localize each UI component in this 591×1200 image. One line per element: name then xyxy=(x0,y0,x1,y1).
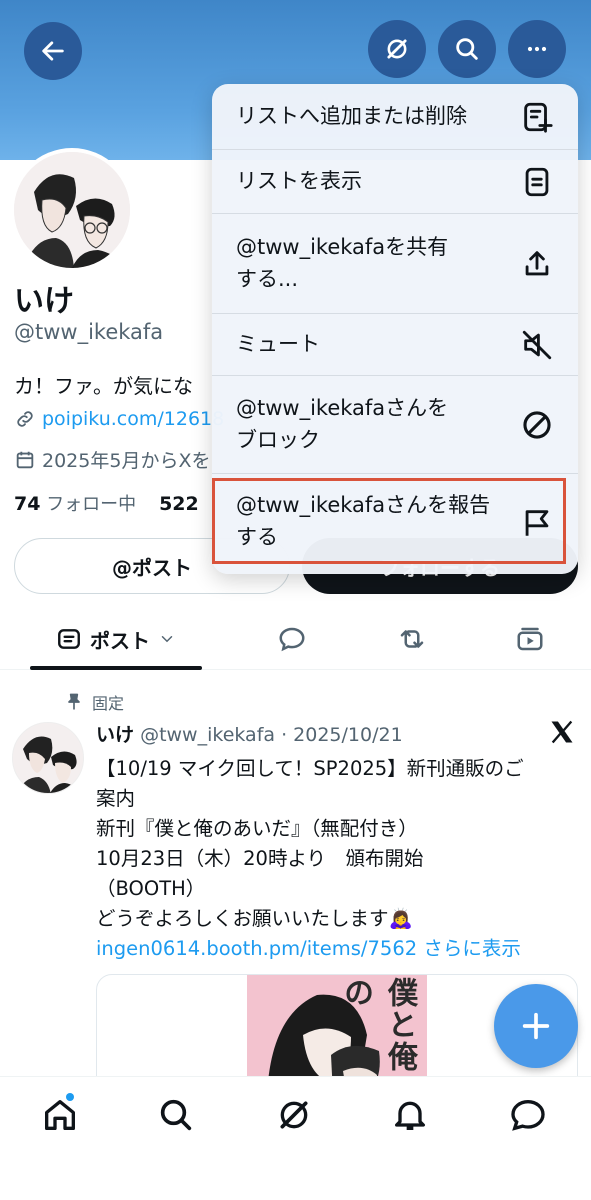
plus-icon xyxy=(522,1012,550,1040)
arrow-left-icon xyxy=(42,41,64,61)
menu-item-label: @tww_ikekafaを共有 xyxy=(236,235,449,259)
menu-item-share[interactable]: @tww_ikekafaを共有 する... xyxy=(212,214,578,314)
profile-name: いけ xyxy=(14,284,74,319)
reply-icon xyxy=(279,627,305,652)
tab-replies[interactable] xyxy=(260,608,324,670)
menu-item-mute[interactable]: ミュート xyxy=(212,314,578,376)
message-icon xyxy=(511,1099,545,1131)
mute-icon xyxy=(522,330,552,360)
profile-joined: 2025年5月からXを xyxy=(14,446,210,473)
profile-joined-text: 2025年5月からXを xyxy=(42,450,211,472)
profile-link-text[interactable]: poipiku.com/12618 xyxy=(42,408,224,430)
post-meta: @tww_ikekafa · 2025/10/21 xyxy=(140,724,403,746)
more-button[interactable] xyxy=(508,20,566,78)
following-label[interactable]: フォロー中 xyxy=(46,494,136,515)
nav-messages[interactable] xyxy=(508,1095,548,1135)
bell-icon xyxy=(395,1101,425,1130)
post-line: 新刊『僕と俺のあいだ』（無配付き） xyxy=(96,817,418,840)
search-icon xyxy=(456,38,478,60)
post-avatar[interactable] xyxy=(12,722,84,794)
menu-item-add-to-list[interactable]: リストへ追加または削除 xyxy=(212,84,578,150)
menu-item-label: リストを表示 xyxy=(236,169,362,193)
nav-home[interactable] xyxy=(40,1095,80,1135)
tab-posts-label: ポスト xyxy=(90,628,150,653)
search-icon xyxy=(160,1099,192,1131)
pinned-indicator: 固定 xyxy=(64,690,124,714)
block-icon xyxy=(523,411,551,439)
post-line: 【10/19 マイク回して！SP2025】新刊通販のご xyxy=(96,757,524,780)
post-text: 【10/19 マイク回して！SP2025】新刊通販のご 案内 新刊『僕と俺のあい… xyxy=(96,754,576,964)
nav-search[interactable] xyxy=(156,1095,196,1135)
menu-item-label: ブロック xyxy=(236,428,320,452)
post-header: いけ @tww_ikekafa · 2025/10/21 xyxy=(96,720,403,747)
grok-icon xyxy=(280,1101,308,1129)
notification-dot xyxy=(66,1093,74,1101)
menu-item-label: リストへ追加または削除 xyxy=(236,104,467,128)
more-horizontal-icon xyxy=(527,46,547,52)
search-button[interactable] xyxy=(438,20,496,78)
post-line: （BOOTH） xyxy=(96,877,206,900)
list-add-icon xyxy=(524,102,553,133)
back-button[interactable] xyxy=(24,22,82,80)
profile-link[interactable]: poipiku.com/12618 xyxy=(14,408,224,430)
bottom-navigation xyxy=(0,1076,591,1200)
show-more-link[interactable]: さらに表示 xyxy=(423,937,521,960)
media-icon xyxy=(517,627,543,651)
compose-fab-button[interactable] xyxy=(494,984,578,1068)
tab-reposts[interactable] xyxy=(380,608,444,670)
follow-stats: 74 フォロー中 522 xyxy=(14,490,199,516)
followers-count[interactable]: 522 xyxy=(159,493,199,515)
pin-icon xyxy=(68,693,80,710)
list-icon xyxy=(525,167,549,197)
following-count[interactable]: 74 xyxy=(14,493,40,515)
menu-item-block[interactable]: @tww_ikekafaさんを ブロック xyxy=(212,376,578,474)
menu-item-label: @tww_ikekafaさんを xyxy=(236,396,449,420)
x-logo-icon xyxy=(551,720,573,744)
chevron-down-icon xyxy=(161,636,173,643)
calendar-icon xyxy=(16,451,34,468)
post-line: どうぞよろしくお願いいたします🙇‍♀️ xyxy=(96,907,413,930)
menu-item-label: する... xyxy=(236,267,299,291)
menu-item-view-lists[interactable]: リストを表示 xyxy=(212,150,578,214)
profile-tabs: ポスト xyxy=(0,608,591,670)
grok-button[interactable] xyxy=(368,20,426,78)
post-link[interactable]: ingen0614.booth.pm/items/7562 xyxy=(96,937,417,960)
profile-bio: カ！ファ。が気にな xyxy=(14,374,193,398)
nav-grok[interactable] xyxy=(274,1095,314,1135)
home-icon xyxy=(45,1100,76,1130)
share-icon xyxy=(525,251,549,276)
active-tab-indicator xyxy=(30,666,202,670)
menu-item-label: ミュート xyxy=(236,332,320,356)
pinned-label: 固定 xyxy=(92,694,125,713)
grok-icon xyxy=(387,39,407,59)
report-highlight-box xyxy=(212,478,566,564)
post-author[interactable]: いけ xyxy=(96,724,134,746)
profile-handle: @tww_ikekafa xyxy=(14,320,164,344)
post-line: 10月23日（木）20時より 頒布開始 xyxy=(96,847,424,870)
tab-media[interactable] xyxy=(498,608,562,670)
post-line: 案内 xyxy=(96,787,136,810)
link-icon xyxy=(17,411,33,427)
repost-icon xyxy=(400,630,424,648)
tab-posts[interactable]: ポスト xyxy=(30,608,202,670)
nav-notifications[interactable] xyxy=(390,1095,430,1135)
profile-avatar[interactable] xyxy=(10,148,134,272)
posts-tab-icon xyxy=(58,629,80,649)
